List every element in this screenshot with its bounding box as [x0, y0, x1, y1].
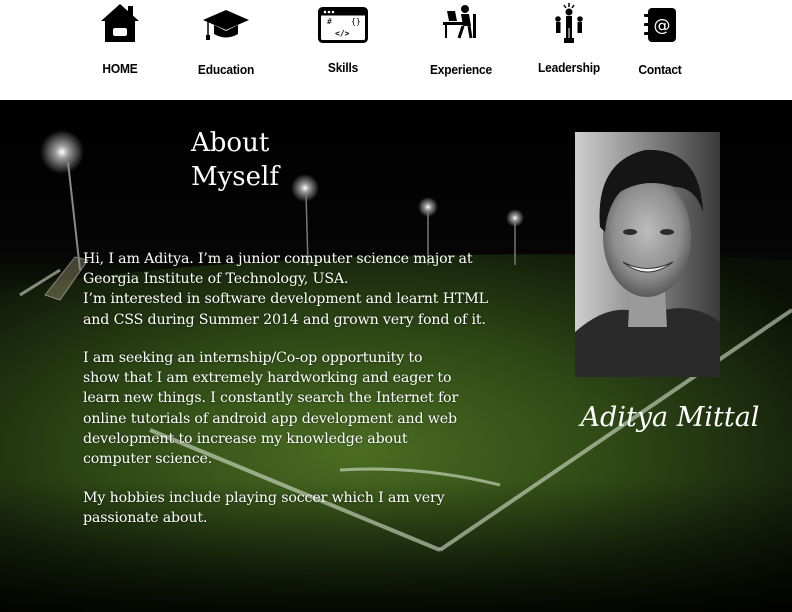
intro-line: and CSS during Summer 2014 and grown ver… [83, 311, 486, 328]
about-heading: About Myself [191, 126, 279, 194]
hobbies-line: My hobbies include playing soccer which … [83, 490, 445, 506]
intro-line: Georgia Institute of Technology, USA. [83, 271, 349, 288]
desk-worker-icon [441, 2, 481, 44]
hobbies-line: passionate about. [83, 510, 208, 527]
profile-photo [575, 132, 720, 377]
nav-home-label: HOME [102, 61, 138, 76]
goals-line: online tutorials of android app developm… [83, 410, 457, 427]
goals-line: development to increase my knowledge abo… [83, 430, 408, 447]
intro-line: I’m interested in software development a… [83, 291, 488, 308]
nav-skills[interactable]: # {} </> Skills [312, 0, 374, 100]
top-navigation: HOME Education # {} </> Skills Experienc… [0, 0, 792, 100]
svg-text:</>: </> [335, 29, 350, 38]
goals-paragraph: I am seeking an internship/Co-op opportu… [83, 348, 458, 469]
code-window-icon: # {} </> [318, 7, 368, 47]
graduation-cap-icon [202, 8, 250, 46]
svg-text:#: # [327, 17, 332, 26]
leader-group-icon [551, 2, 587, 48]
nav-contact-label: Contact [638, 62, 682, 77]
intro-line: Hi, I am Aditya. I’m a junior computer s… [83, 251, 473, 267]
svg-text:@: @ [654, 16, 671, 36]
nav-experience[interactable]: Experience [422, 0, 500, 100]
profile-name: Aditya Mittal [580, 402, 760, 433]
nav-education-label: Education [197, 62, 255, 77]
goals-line: show that I am extremely hardworking and… [83, 370, 452, 387]
svg-text:{}: {} [351, 17, 361, 26]
intro-paragraph: Hi, I am Aditya. I’m a junior computer s… [83, 249, 488, 330]
nav-contact[interactable]: @ Contact [628, 0, 692, 100]
about-heading-line2: Myself [191, 162, 279, 192]
nav-skills-label: Skills [327, 60, 359, 75]
hobbies-paragraph: My hobbies include playing soccer which … [83, 488, 445, 528]
goals-line: I am seeking an internship/Co-op opportu… [83, 350, 423, 366]
nav-home[interactable]: HOME [90, 0, 150, 100]
goals-line: learn new things. I constantly search th… [83, 390, 459, 407]
goals-line: computer science. [83, 451, 213, 468]
contact-book-icon: @ [642, 6, 678, 48]
nav-experience-label: Experience [430, 62, 492, 77]
about-heading-line1: About [191, 128, 270, 158]
nav-leadership[interactable]: Leadership [530, 0, 608, 100]
nav-education[interactable]: Education [190, 0, 262, 100]
nav-leadership-label: Leadership [538, 60, 600, 75]
home-icon [99, 2, 141, 48]
